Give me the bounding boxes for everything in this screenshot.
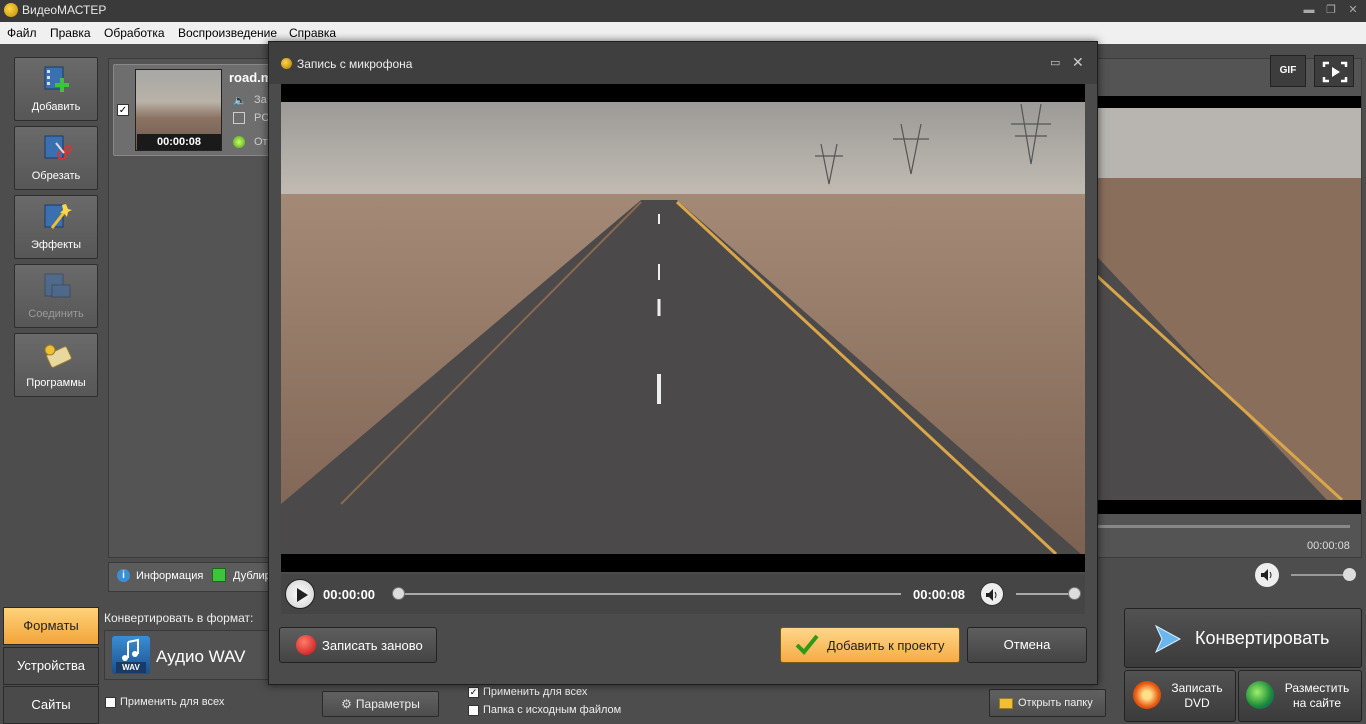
preview-volume-knob[interactable] (1343, 568, 1356, 581)
preview-volume-slider[interactable] (1291, 574, 1349, 576)
join-label: Соединить (28, 308, 84, 320)
scissors-icon (44, 135, 72, 160)
tab-sites[interactable]: Сайты (3, 686, 99, 724)
programs-button[interactable]: Программы (14, 333, 98, 397)
window-title: ВидеоМАСТЕР (22, 3, 107, 17)
source-folder-label: Папка с исходным файлом (483, 704, 622, 716)
status-ok-icon (233, 136, 245, 148)
minimize-icon[interactable]: ▬ (1300, 2, 1318, 18)
dialog-app-icon (281, 58, 292, 69)
record-icon (296, 635, 316, 655)
rerecord-label: Записать заново (322, 638, 423, 653)
file-audio-info: За (254, 94, 267, 106)
convert-label: Конвертировать (1195, 628, 1330, 648)
open-folder-label: Открыть папку (1018, 697, 1093, 709)
source-folder-checkbox[interactable] (468, 705, 479, 716)
close-icon[interactable]: ✕ (1344, 2, 1362, 18)
publish-label-1: Разместить (1284, 681, 1350, 695)
current-time: 00:00:00 (323, 587, 376, 602)
total-time: 00:00:08 (913, 587, 966, 602)
fullscreen-button[interactable] (1314, 55, 1354, 87)
seek-track[interactable] (397, 593, 901, 595)
title-bar (0, 0, 1366, 22)
volume-knob[interactable] (1068, 587, 1081, 600)
menu-edit[interactable]: Правка (50, 26, 91, 40)
join-film-icon (44, 273, 71, 298)
tab-devices[interactable]: Устройства (3, 647, 99, 685)
dialog-close-icon[interactable]: ✕ (1072, 54, 1084, 71)
wav-tag: WAV (116, 662, 146, 673)
publish-label-2: на сайте (1292, 696, 1342, 710)
menu-processing[interactable]: Обработка (104, 26, 165, 40)
key-card-icon (44, 344, 72, 368)
seek-knob[interactable] (392, 587, 405, 600)
file-video-info: PC (254, 112, 270, 124)
duplicate-icon (212, 568, 226, 582)
preview-video (1097, 96, 1361, 514)
gear-icon: ⚙ (341, 697, 352, 711)
burn-dvd-label-1: Записать (1171, 681, 1223, 695)
gif-button[interactable]: GIF (1270, 55, 1306, 87)
checkmark-icon (795, 634, 819, 655)
preview-volume-icon[interactable] (1255, 563, 1279, 587)
app-logo-icon (4, 3, 18, 17)
apply-all-checkbox-right[interactable]: ✓ (468, 687, 479, 698)
open-folder-button[interactable]: Открыть папку (989, 689, 1106, 717)
play-icon (297, 588, 308, 602)
apply-all-checkbox-left[interactable] (105, 697, 116, 708)
burn-dvd-label-2: DVD (1184, 696, 1210, 710)
effects-label: Эффекты (30, 239, 81, 251)
speaker-icon: 🔈 (233, 95, 247, 107)
apply-all-label-left: Применить для всех (120, 696, 225, 708)
preview-seek-track[interactable] (1097, 525, 1350, 528)
tab-duplicate[interactable]: Дублир (233, 570, 271, 582)
menu-help[interactable]: Справка (289, 26, 336, 40)
dvd-icon (1133, 681, 1161, 709)
effects-button[interactable]: Эффекты (14, 195, 98, 259)
preview-time: 00:00:08 (1307, 540, 1350, 552)
convert-arrow-icon (1154, 624, 1182, 654)
apply-all-label-right: Применить для всех (483, 686, 588, 698)
fullscreen-icon (1322, 61, 1348, 83)
menu-playback[interactable]: Воспроизведение (178, 26, 277, 40)
globe-icon (1246, 681, 1274, 709)
menu-file[interactable]: Файл (7, 26, 37, 40)
dialog-maximize-icon[interactable]: ▭ (1050, 56, 1060, 69)
add-film-icon (44, 66, 69, 92)
play-button[interactable] (285, 579, 315, 609)
format-name: Аудио WAV (156, 647, 246, 666)
tab-formats[interactable]: Форматы (3, 607, 99, 645)
file-name: road.m (229, 70, 273, 85)
folder-icon (999, 697, 1013, 709)
dialog-title: Запись с микрофона (297, 57, 413, 71)
add-label: Добавить (31, 101, 81, 113)
cancel-button[interactable]: Отмена (967, 627, 1087, 663)
info-icon: i (117, 569, 130, 582)
add-to-project-label: Добавить к проекту (827, 638, 945, 653)
volume-slider[interactable] (1016, 593, 1074, 595)
file-status: От (254, 136, 268, 148)
film-icon (233, 112, 245, 124)
file-duration: 00:00:08 (137, 134, 221, 150)
add-button[interactable]: Добавить (14, 57, 98, 121)
convert-format-label: Конвертировать в формат: (104, 611, 254, 625)
maximize-icon[interactable]: ❐ (1322, 2, 1340, 18)
params-button[interactable]: ⚙ Параметры (322, 691, 439, 717)
dialog-video (281, 84, 1085, 572)
tab-info[interactable]: Информация (136, 570, 203, 582)
params-label: Параметры (355, 697, 420, 711)
volume-icon[interactable] (980, 582, 1004, 606)
programs-label: Программы (26, 377, 86, 389)
join-button[interactable]: Соединить (14, 264, 98, 328)
trim-button[interactable]: Обрезать (14, 126, 98, 190)
trim-label: Обрезать (31, 170, 81, 182)
magic-wand-icon (44, 204, 72, 229)
file-checkbox[interactable]: ✓ (117, 104, 129, 116)
